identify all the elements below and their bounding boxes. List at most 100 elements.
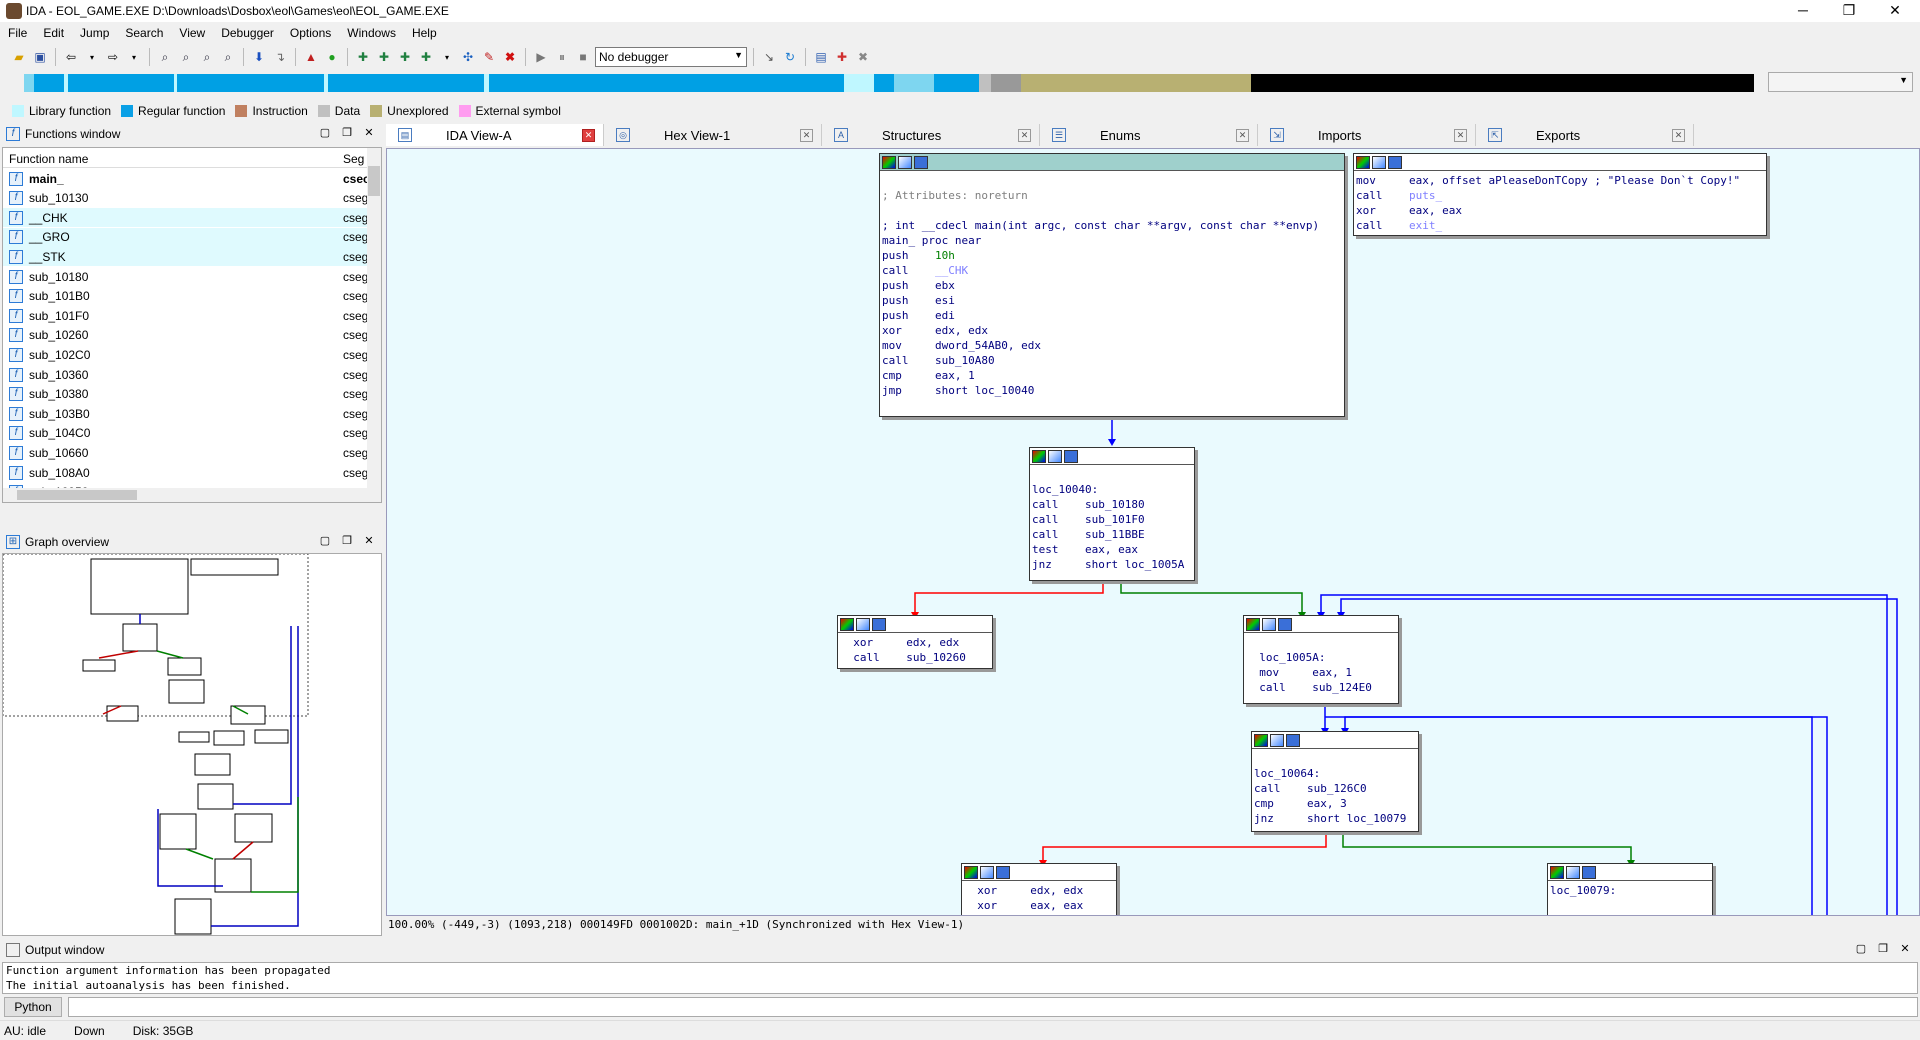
tab-structures[interactable]: A Structures ✕ <box>822 124 1040 146</box>
function-row[interactable]: f sub_108A0 cseg <box>3 463 368 482</box>
python-button[interactable]: Python <box>4 997 62 1017</box>
close-tab-icon[interactable]: ✕ <box>1236 129 1249 142</box>
function-row[interactable]: f sub_10360 cseg <box>3 365 368 384</box>
node-collapse-icon[interactable] <box>996 865 1010 879</box>
menu-edit[interactable]: Edit <box>35 26 72 40</box>
back-icon[interactable]: ⇦ <box>62 48 80 66</box>
asm-line[interactable]: test eax, eax <box>1032 543 1138 556</box>
asm-line[interactable]: xor eax, eax <box>964 899 1083 912</box>
menu-options[interactable]: Options <box>282 26 339 40</box>
green-circle-icon[interactable]: ● <box>323 48 341 66</box>
maximize-panel-icon[interactable]: ▢ <box>1854 942 1868 956</box>
add-dropdown-icon[interactable]: ▾ <box>438 48 456 66</box>
maximize-panel-icon[interactable]: ▢ <box>318 126 332 140</box>
asm-line[interactable]: jnz short loc_10079 <box>1254 812 1406 825</box>
menu-windows[interactable]: Windows <box>339 26 404 40</box>
node-xor-edx[interactable]: xor edx, edx call sub_10260 <box>837 615 993 669</box>
node-xor-edx-2[interactable]: xor edx, edx xor eax, eax <box>961 863 1117 915</box>
open-icon[interactable]: ▰ <box>10 48 28 66</box>
horizontal-scrollbar[interactable] <box>3 488 381 502</box>
maximize-panel-icon[interactable]: ▢ <box>318 534 332 548</box>
node-main[interactable]: ; Attributes: noreturn ; int __cdecl main… <box>879 153 1345 417</box>
tab-ida-view-a[interactable]: ▤ IDA View-A ✕ <box>386 124 604 146</box>
node-color-icon[interactable] <box>1032 449 1046 463</box>
node-loc-10079[interactable]: loc_10079: <box>1547 863 1713 915</box>
asm-line[interactable]: call puts_ <box>1356 189 1442 202</box>
graph-overview[interactable] <box>2 553 382 936</box>
menu-help[interactable]: Help <box>404 26 445 40</box>
search-binary-icon[interactable]: ⌕ <box>198 48 216 66</box>
asm-line[interactable]: call sub_10180 <box>1032 498 1145 511</box>
function-row[interactable]: f sub_101F0 cseg <box>3 306 368 325</box>
node-rename-icon[interactable] <box>898 155 912 169</box>
node-color-icon[interactable] <box>840 617 854 631</box>
asm-line[interactable]: call sub_124E0 <box>1246 681 1372 694</box>
debugger-select[interactable]: No debugger ▼ <box>595 47 747 67</box>
node-rename-icon[interactable] <box>1270 733 1284 747</box>
function-row[interactable]: f __GRO cseg <box>3 227 368 247</box>
breakpoint-remove-icon[interactable]: ✖ <box>854 48 872 66</box>
functions-list[interactable]: Function name Seg f main_ csec f sub_10130 cs… <box>2 147 382 503</box>
asm-line[interactable]: xor edx, edx <box>882 324 988 337</box>
delete-icon[interactable]: ✖ <box>501 48 519 66</box>
add-icon[interactable]: ✚ <box>354 48 372 66</box>
menu-view[interactable]: View <box>171 26 213 40</box>
close-window-button[interactable]: ✕ <box>1872 0 1918 22</box>
node-loc-1005a[interactable]: loc_1005A: mov eax, 1 call sub_124E0 <box>1243 615 1399 704</box>
asm-line[interactable]: xor edx, edx <box>840 636 959 649</box>
tab-enums[interactable]: ☰ Enums ✕ <box>1040 124 1258 146</box>
asm-line[interactable]: cmp eax, 3 <box>1254 797 1347 810</box>
pause-icon[interactable]: ⏸ <box>553 48 571 66</box>
node-loc-10064[interactable]: loc_10064: call sub_126C0 cmp eax, 3 jnz sh… <box>1251 731 1419 832</box>
asm-line[interactable]: main_ proc near <box>882 234 981 247</box>
node-color-icon[interactable] <box>1254 733 1268 747</box>
save-icon[interactable]: ▣ <box>31 48 49 66</box>
close-panel-icon[interactable]: ✕ <box>1898 942 1912 956</box>
asm-line[interactable]: push esi <box>882 294 955 307</box>
node-color-icon[interactable] <box>882 155 896 169</box>
node-rename-icon[interactable] <box>1372 155 1386 169</box>
asm-line[interactable]: call sub_126C0 <box>1254 782 1367 795</box>
function-row[interactable]: f sub_102C0 cseg <box>3 345 368 364</box>
asm-line[interactable]: xor eax, eax <box>1356 204 1462 217</box>
menu-debugger[interactable]: Debugger <box>213 26 282 40</box>
node-collapse-icon[interactable] <box>914 155 928 169</box>
ida-graph-view[interactable]: ; Attributes: noreturn ; int __cdecl main… <box>386 148 1920 916</box>
tab-imports[interactable]: ⇲ Imports ✕ <box>1258 124 1476 146</box>
function-row[interactable]: f __CHK cseg <box>3 208 368 228</box>
function-row[interactable]: f sub_10380 cseg <box>3 385 368 404</box>
function-row[interactable]: f main_ csec <box>3 169 370 188</box>
asm-line[interactable]: call sub_11BBE <box>1032 528 1145 541</box>
stop-icon[interactable]: ■ <box>574 48 592 66</box>
node-collapse-icon[interactable] <box>1278 617 1292 631</box>
close-tab-icon[interactable]: ✕ <box>1672 129 1685 142</box>
asm-line[interactable]: call sub_10260 <box>840 651 966 664</box>
binoculars-icon[interactable]: ⌕ <box>156 48 174 66</box>
function-row[interactable]: f __STK cseg <box>3 247 368 267</box>
function-row[interactable]: f sub_10260 cseg <box>3 326 368 345</box>
asm-line[interactable]: push ebx <box>882 279 955 292</box>
asm-line[interactable]: push 10h <box>882 249 955 262</box>
breakpoint-add-icon[interactable]: ✚ <box>833 48 851 66</box>
node-rename-icon[interactable] <box>980 865 994 879</box>
close-tab-icon[interactable]: ✕ <box>1018 129 1031 142</box>
function-row[interactable]: f sub_103B0 cseg <box>3 404 368 423</box>
add-enum-icon[interactable]: ✚ <box>396 48 414 66</box>
navigation-dropdown[interactable]: ▼ <box>1768 72 1913 92</box>
function-row[interactable]: f sub_101B0 cseg <box>3 287 368 306</box>
node-collapse-icon[interactable] <box>872 617 886 631</box>
minimize-button[interactable]: ─ <box>1780 0 1826 22</box>
function-row[interactable]: f sub_10130 cseg <box>3 189 368 208</box>
float-panel-icon[interactable]: ❐ <box>340 534 354 548</box>
node-collapse-icon[interactable] <box>1286 733 1300 747</box>
asm-line[interactable]: jnz short loc_1005A <box>1032 558 1184 571</box>
asm-line[interactable]: call __CHK <box>882 264 968 277</box>
tab-hex-view[interactable]: ◎ Hex View-1 ✕ <box>604 124 822 146</box>
edit-icon[interactable]: ✎ <box>480 48 498 66</box>
asm-line[interactable]: mov eax, 1 <box>1246 666 1352 679</box>
search-imm-icon[interactable]: ⌕ <box>219 48 237 66</box>
step-into-icon[interactable]: ↘ <box>760 48 778 66</box>
node-color-icon[interactable] <box>1356 155 1370 169</box>
asm-line[interactable]: cmp eax, 1 <box>882 369 975 382</box>
asm-line[interactable]: xor edx, edx <box>964 884 1083 897</box>
